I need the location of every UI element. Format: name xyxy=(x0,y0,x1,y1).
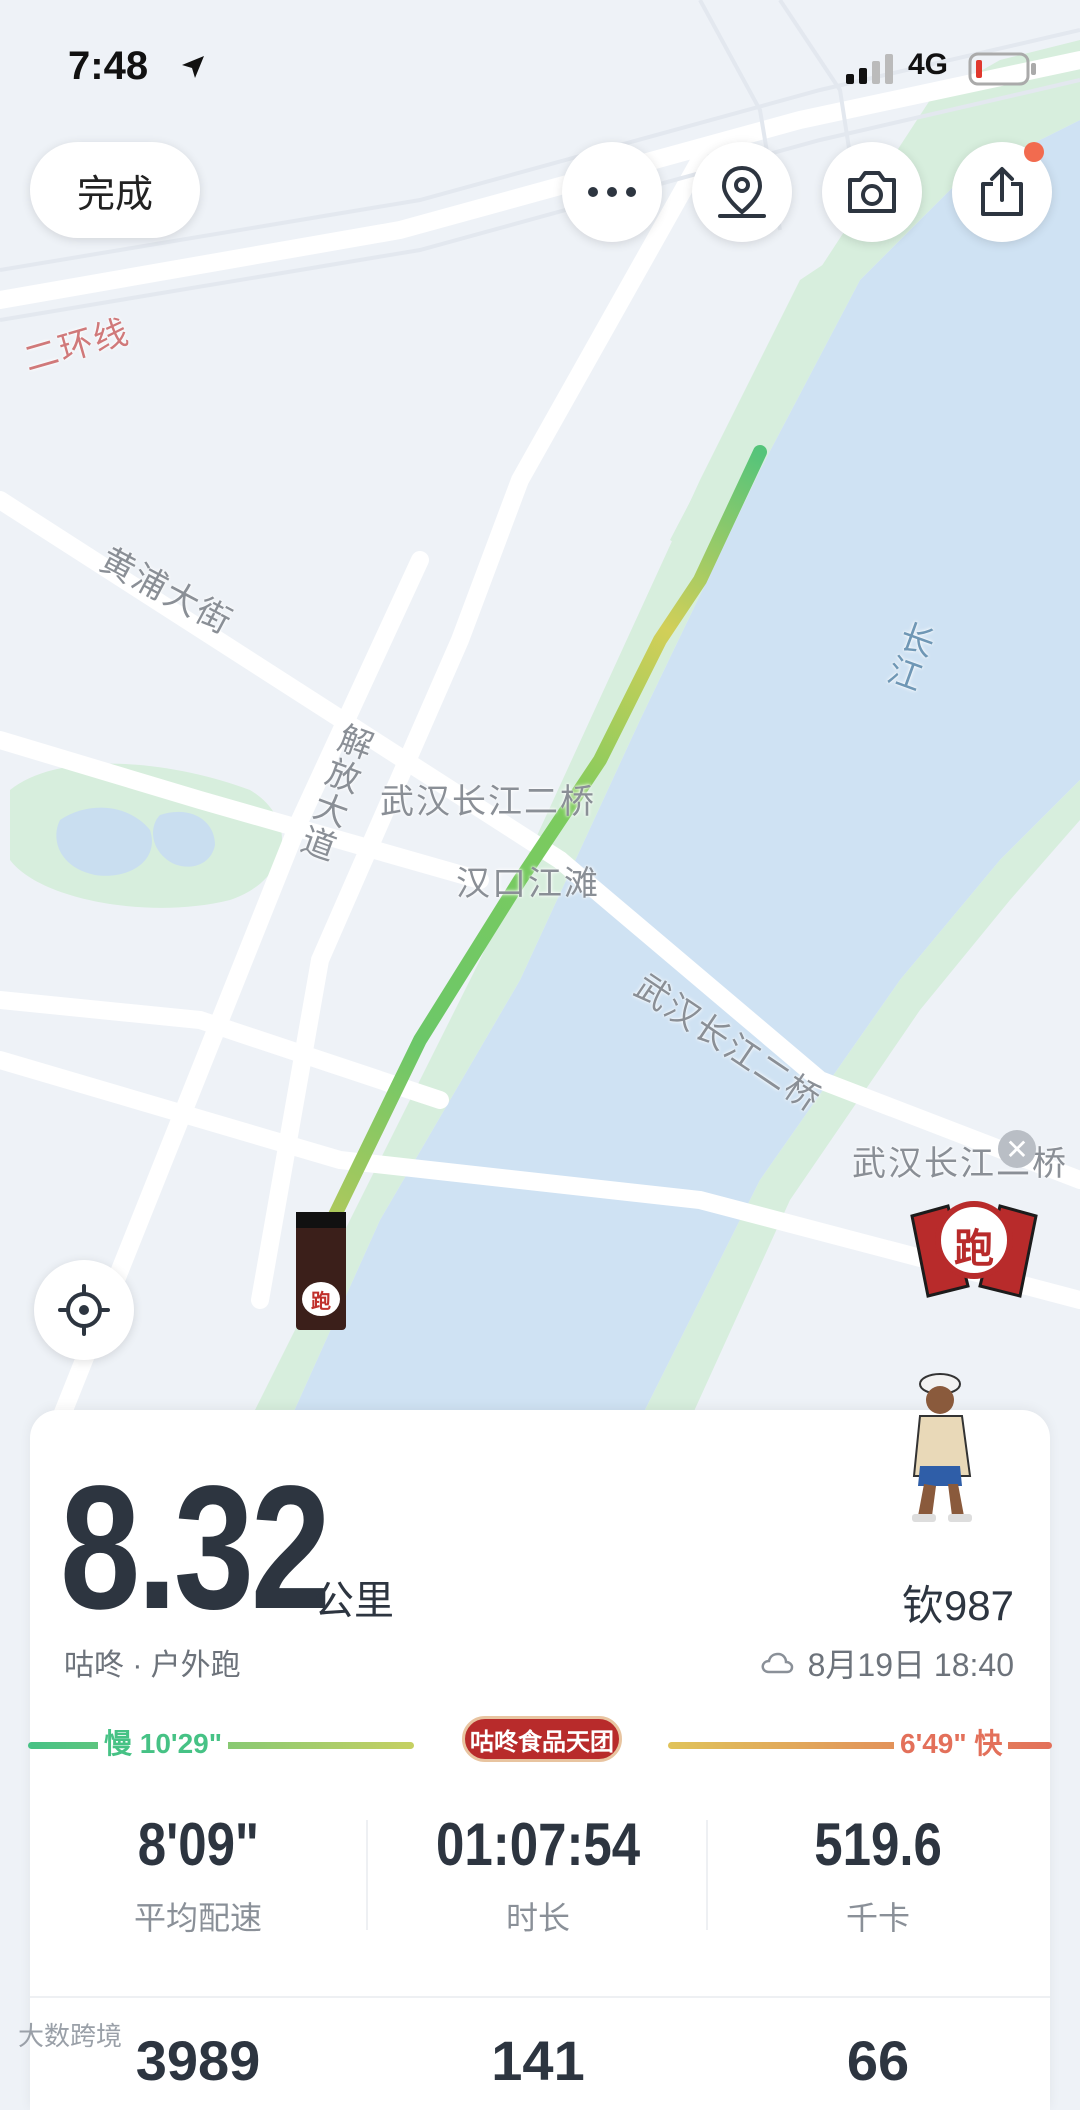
activity-datetime: 8月19日 18:40 xyxy=(760,1640,1014,1686)
route-pin-button[interactable] xyxy=(692,142,792,242)
brand-badge[interactable]: 咕咚食品天团 xyxy=(462,1716,622,1762)
status-time: 7:48 xyxy=(68,44,149,88)
distance-unit: 公里 xyxy=(314,1579,394,1623)
username: 钦987 xyxy=(901,1582,1014,1629)
stat-label: 千卡 xyxy=(845,1900,910,1936)
stat-calories: 519.6 千卡 xyxy=(728,1810,1028,1939)
location-pin-icon xyxy=(718,165,766,218)
map-label-bridge-a: 武汉长江二桥 xyxy=(380,783,596,821)
signal-icon xyxy=(846,54,893,84)
stat-avg-pace: 8'09" 平均配速 xyxy=(48,1810,348,1939)
datetime-text: 8月19日 18:40 xyxy=(807,1647,1014,1683)
network-type: 4G xyxy=(908,48,949,81)
stat-label: 时长 xyxy=(505,1900,570,1936)
camera-button[interactable] xyxy=(822,142,922,242)
map-label-hankou: 汉口江滩 xyxy=(456,865,600,903)
distance-value: 8.32 xyxy=(60,1450,331,1646)
stat-label: 平均配速 xyxy=(133,1900,262,1936)
runner-marker: 跑 xyxy=(296,1212,346,1330)
stat-divider xyxy=(366,1820,368,1930)
row-divider xyxy=(30,1996,1050,1998)
next-stat-value: 141 xyxy=(491,2029,585,2092)
sticker-badge[interactable]: 跑 xyxy=(908,1196,1040,1304)
locate-button[interactable] xyxy=(34,1260,134,1360)
more-icon xyxy=(588,187,636,197)
activity-subtitle: 咕咚 · 户外跑 xyxy=(64,1649,241,1682)
status-bar: 7:48 4G xyxy=(0,40,1080,100)
pace-fast-label: 6'49" 快 xyxy=(894,1722,1009,1762)
stat-value: 01:07:54 xyxy=(435,1811,641,1878)
share-icon xyxy=(981,167,1023,216)
notification-dot xyxy=(1024,142,1044,162)
camera-icon xyxy=(848,171,896,213)
stat-duration: 01:07:54 时长 xyxy=(388,1810,688,1939)
next-stat-value: 66 xyxy=(846,2029,910,2092)
close-sticker-button[interactable]: ✕ xyxy=(998,1130,1036,1168)
avatar-figure[interactable] xyxy=(890,1366,990,1526)
map-label-bridge-c: 武汉长江二桥 xyxy=(852,1145,1068,1183)
stat-divider xyxy=(706,1820,708,1930)
crosshair-icon xyxy=(58,1284,110,1336)
pace-legend: 慢 10'29" 6'49" 快 咕咚食品天团 xyxy=(28,1716,1052,1768)
pace-slow-label: 慢 10'29" xyxy=(98,1722,229,1762)
stat-value: 8'09" xyxy=(137,1811,259,1878)
more-button[interactable] xyxy=(562,142,662,242)
battery-icon xyxy=(968,52,1036,86)
done-button[interactable]: 完成 xyxy=(30,142,200,238)
location-arrow-icon xyxy=(182,56,204,78)
stat-value: 519.6 xyxy=(814,1811,942,1878)
cloud-icon xyxy=(761,1652,793,1674)
watermark: 大数跨境 xyxy=(18,2021,123,2051)
